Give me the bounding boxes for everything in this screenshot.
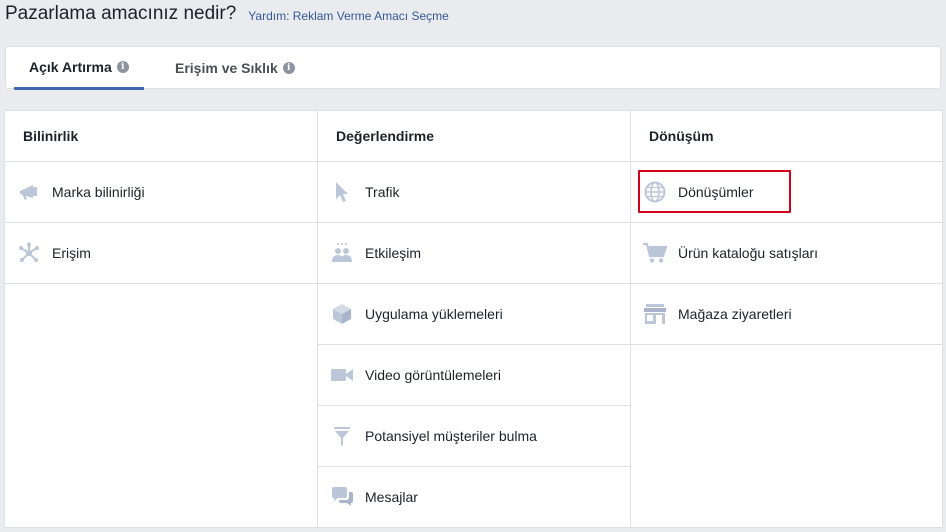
info-icon[interactable]: i	[116, 61, 129, 73]
help-link[interactable]: Yardım: Reklam Verme Amacı Seçme	[248, 9, 449, 23]
tab-reach-frequency-label: Erişim ve Sıklık	[175, 60, 278, 76]
column-heading: Değerlendirme	[318, 111, 630, 162]
info-icon[interactable]: i	[282, 62, 295, 74]
objective-store-visits[interactable]: Mağaza ziyaretleri	[631, 284, 942, 345]
objective-grid: Bilinirlik Marka bilinirliği Erişim Değe…	[4, 110, 943, 528]
column-heading: Bilinirlik	[5, 111, 317, 162]
reach-icon	[17, 241, 41, 265]
column-heading: Dönüşüm	[631, 111, 942, 162]
objective-label: Trafik	[365, 184, 400, 200]
tab-auction-label: Açık Artırma	[29, 59, 112, 75]
objective-brand-awareness[interactable]: Marka bilinirliği	[5, 162, 317, 223]
video-camera-icon	[330, 363, 354, 387]
page-header: Pazarlama amacınız nedir? Yardım: Reklam…	[5, 0, 449, 28]
objective-label: Mağaza ziyaretleri	[678, 306, 792, 322]
objective-video-views[interactable]: Video görüntülemeleri	[318, 345, 630, 406]
tab-reach-frequency[interactable]: Erişim ve Sıklık i	[175, 47, 295, 89]
objective-label: Mesajlar	[365, 489, 418, 505]
objective-label: Potansiyel müşteriler bulma	[365, 428, 537, 444]
objective-engagement[interactable]: Etkileşim	[318, 223, 630, 284]
objective-reach[interactable]: Erişim	[5, 223, 317, 284]
objective-label: Uygulama yüklemeleri	[365, 306, 503, 322]
globe-icon	[643, 180, 667, 204]
objective-label: Ürün kataloğu satışları	[678, 245, 819, 261]
column-awareness: Bilinirlik Marka bilinirliği Erişim	[5, 111, 317, 527]
objective-label: Erişim	[52, 245, 91, 261]
people-icon	[330, 241, 354, 265]
tab-auction[interactable]: Açık Artırma i	[14, 47, 144, 90]
objective-catalog-sales[interactable]: Ürün kataloğu satışları	[631, 223, 942, 284]
objective-label: Video görüntülemeleri	[365, 367, 501, 383]
shopping-cart-icon	[643, 241, 667, 265]
column-conversion: Dönüşüm Dönüşümler Ürün kataloğu satışla…	[630, 111, 942, 527]
megaphone-icon	[17, 180, 41, 204]
objective-app-installs[interactable]: Uygulama yüklemeleri	[318, 284, 630, 345]
funnel-icon	[330, 424, 354, 448]
column-consideration: Değerlendirme Trafik Etkileşim Uygulama …	[317, 111, 630, 528]
box-icon	[330, 302, 354, 326]
buying-type-tabs: Açık Artırma i Erişim ve Sıklık i	[5, 46, 941, 90]
cursor-icon	[330, 180, 354, 204]
objective-label: Etkileşim	[365, 245, 422, 261]
objective-messages[interactable]: Mesajlar	[318, 467, 630, 528]
objective-traffic[interactable]: Trafik	[318, 162, 630, 223]
page-title: Pazarlama amacınız nedir?	[5, 3, 237, 24]
objective-label: Marka bilinirliği	[52, 184, 145, 200]
store-icon	[643, 302, 667, 326]
objective-label: Dönüşümler	[678, 184, 754, 200]
objective-lead-generation[interactable]: Potansiyel müşteriler bulma	[318, 406, 630, 467]
chat-bubbles-icon	[330, 485, 354, 509]
objective-conversions[interactable]: Dönüşümler	[631, 162, 942, 223]
